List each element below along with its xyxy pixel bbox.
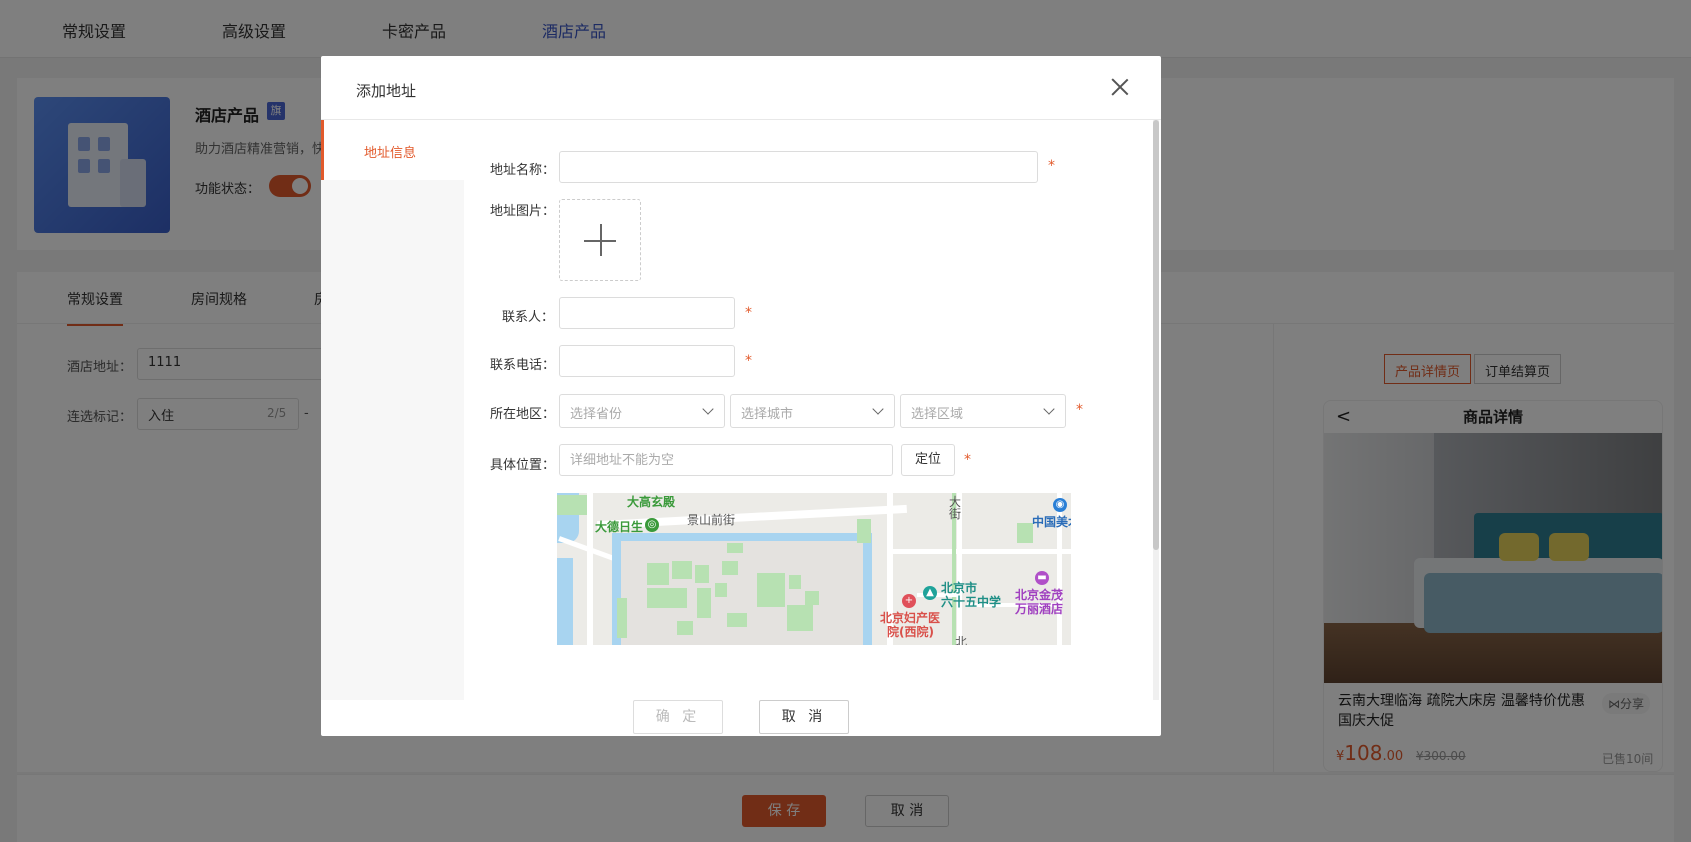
location-map[interactable]: 大高玄殿 大德日生 ◎ 景山前街 大 街 ◉ 中国美术 ▲ 北京市 六十五中学 …	[557, 493, 1071, 645]
hotel-icon: ▬	[1035, 571, 1049, 585]
modal-title: 添加地址	[356, 82, 417, 100]
required-mark: *	[745, 305, 752, 321]
map-label: 中国美术	[1032, 515, 1071, 529]
map-label: 大高玄殿	[627, 495, 676, 509]
side-item-address-info[interactable]: 地址信息	[321, 120, 464, 180]
map-label: 街	[949, 507, 962, 521]
chevron-down-icon	[702, 403, 714, 415]
temple-icon: ◎	[645, 518, 659, 532]
modal-side-nav: 地址信息	[321, 120, 464, 700]
required-mark: *	[1048, 158, 1055, 174]
close-icon[interactable]	[1109, 76, 1131, 98]
map-label: 万丽酒店	[1015, 602, 1064, 616]
required-mark: *	[964, 452, 971, 468]
district-select[interactable]: 选择区域	[900, 394, 1066, 428]
locate-button[interactable]: 定位	[901, 444, 955, 476]
map-label: 六十五中学	[941, 595, 1002, 609]
address-name-input[interactable]	[559, 151, 1038, 183]
side-item-label: 地址信息	[364, 146, 417, 161]
province-placeholder: 选择省份	[570, 407, 623, 422]
map-label: 北	[955, 635, 968, 645]
modal-header: 添加地址	[321, 56, 1161, 120]
map-label: 院(西院)	[887, 625, 934, 639]
district-placeholder: 选择区域	[911, 407, 964, 422]
location-input[interactable]	[559, 444, 893, 476]
region-label: 所在地区：	[490, 407, 556, 422]
map-label: 大德日生	[595, 520, 644, 534]
modal-scrollbar[interactable]	[1153, 120, 1159, 700]
city-placeholder: 选择城市	[741, 407, 794, 422]
hospital-icon: +	[902, 594, 916, 608]
required-mark: *	[1076, 402, 1083, 418]
phone-input[interactable]	[559, 345, 735, 377]
province-select[interactable]: 选择省份	[559, 394, 725, 428]
contact-input[interactable]	[559, 297, 735, 329]
chevron-down-icon	[872, 403, 884, 415]
scrollbar-thumb[interactable]	[1153, 120, 1159, 550]
contact-label: 联系人：	[501, 310, 554, 325]
confirm-button[interactable]: 确 定	[633, 700, 723, 734]
required-mark: *	[745, 353, 752, 369]
map-label: 景山前街	[687, 513, 736, 527]
school-icon: ▲	[923, 586, 937, 600]
address-name-label: 地址名称：	[490, 163, 556, 178]
museum-icon: ◉	[1053, 498, 1067, 512]
city-select[interactable]: 选择城市	[730, 394, 895, 428]
modal-cancel-button[interactable]: 取 消	[759, 700, 849, 734]
chevron-down-icon	[1043, 403, 1055, 415]
modal-footer: 确 定 取 消	[321, 700, 1161, 736]
add-image-upload[interactable]	[559, 199, 641, 281]
phone-label: 联系电话：	[490, 358, 556, 373]
location-label: 具体位置：	[490, 458, 556, 473]
address-image-label: 地址图片：	[490, 204, 556, 219]
